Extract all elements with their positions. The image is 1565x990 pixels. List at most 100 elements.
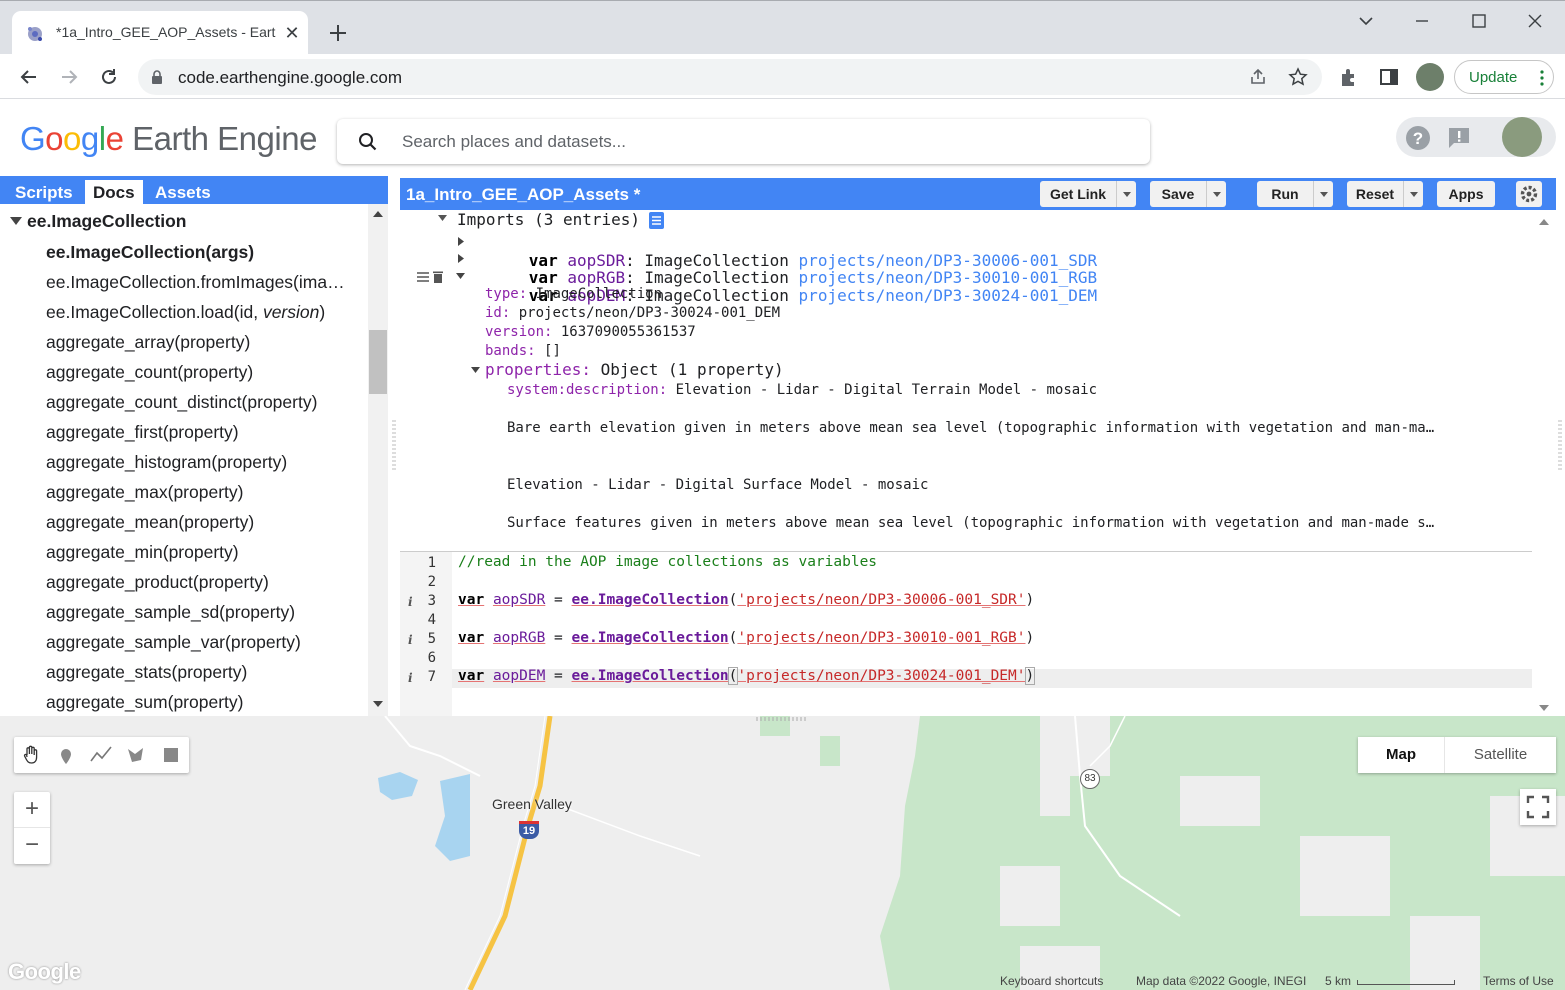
extensions-puzzle-icon[interactable] <box>1338 66 1360 88</box>
zoom-out-button[interactable]: − <box>14 828 50 864</box>
settings-gear-icon[interactable] <box>1516 181 1542 207</box>
code-area[interactable]: 1 2 3 4 5 6 7 i i i //read in the AOP im… <box>400 552 1532 716</box>
tab-close-icon[interactable]: ✕ <box>282 23 302 43</box>
earth-engine-favicon-icon <box>26 25 44 43</box>
run-button[interactable]: Run <box>1257 181 1333 207</box>
scroll-up-arrow-icon[interactable] <box>372 210 384 218</box>
share-icon[interactable] <box>1248 67 1268 87</box>
docs-item[interactable]: aggregate_product(property) <box>46 572 269 593</box>
collapse-triangle-icon[interactable] <box>456 273 465 280</box>
map-splitter-handle[interactable] <box>756 716 808 722</box>
docs-item[interactable]: aggregate_count_distinct(property) <box>46 392 317 413</box>
docs-item[interactable]: aggregate_min(property) <box>46 542 239 563</box>
chevron-down-icon[interactable] <box>1206 181 1226 207</box>
reset-button[interactable]: Reset <box>1347 181 1423 207</box>
scrollbar-thumb[interactable] <box>369 330 387 394</box>
reload-icon[interactable] <box>96 64 122 90</box>
terms-of-use-link[interactable]: Terms of Use <box>1483 974 1554 988</box>
search-icon[interactable] <box>357 131 379 153</box>
more-vertical-icon[interactable] <box>1539 70 1545 86</box>
browser-tab[interactable]: *1a_Intro_GEE_AOP_Assets - Eart ✕ <box>12 11 308 55</box>
info-icon[interactable]: i <box>408 595 413 609</box>
docs-item[interactable]: aggregate_first(property) <box>46 422 239 443</box>
collapse-triangle-icon[interactable] <box>471 367 480 374</box>
apps-button[interactable]: Apps <box>1437 181 1495 207</box>
scroll-down-arrow-icon[interactable] <box>372 700 384 708</box>
expand-triangle-icon[interactable] <box>458 254 465 263</box>
user-avatar[interactable] <box>1502 117 1542 157</box>
collapse-triangle-icon[interactable] <box>438 215 447 222</box>
search-input[interactable]: Search places and datasets... <box>402 132 626 152</box>
chevron-down-icon[interactable] <box>1313 181 1333 207</box>
address-bar[interactable]: code.earthengine.google.com <box>138 59 1322 95</box>
imports-header[interactable]: Imports (3 entries) <box>457 210 640 229</box>
edit-import-lines-icon[interactable] <box>416 271 430 283</box>
tab-docs[interactable]: Docs <box>85 180 143 204</box>
expand-triangle-icon[interactable] <box>458 237 465 246</box>
map-type-satellite-button[interactable]: Satellite <box>1444 737 1556 773</box>
show-script-document-icon[interactable] <box>649 212 664 229</box>
zoom-in-button[interactable]: + <box>14 792 50 828</box>
polygon-draw-icon[interactable] <box>126 745 146 765</box>
info-icon[interactable]: i <box>408 633 413 647</box>
right-panel-splitter-handle[interactable] <box>1557 420 1563 470</box>
panel-splitter-handle[interactable] <box>391 420 397 470</box>
docs-item[interactable]: aggregate_sum(property) <box>46 692 243 713</box>
chevron-down-icon[interactable] <box>1116 181 1136 207</box>
docs-item[interactable]: ee.ImageCollection(args) <box>46 242 254 263</box>
save-button[interactable]: Save <box>1150 181 1226 207</box>
chevron-down-icon[interactable] <box>1403 181 1423 207</box>
docs-item[interactable]: ee.ImageCollection.fromImages(ima… <box>46 272 345 293</box>
asset-link[interactable]: projects/neon/DP3-30024-001_DEM <box>799 286 1098 305</box>
tab-assets[interactable]: Assets <box>147 180 219 204</box>
rectangle-draw-icon[interactable] <box>161 745 181 765</box>
side-panel-icon[interactable] <box>1378 66 1400 88</box>
docs-item[interactable]: aggregate_sample_var(property) <box>46 632 301 653</box>
forward-arrow-icon[interactable] <box>56 64 82 90</box>
lock-icon[interactable] <box>150 69 164 85</box>
keyboard-shortcuts-link[interactable]: Keyboard shortcuts <box>1000 974 1103 988</box>
docs-item[interactable]: ee.ImageCollection.load(id, version) <box>46 302 325 323</box>
tree-expand-triangle-icon[interactable] <box>10 216 22 226</box>
scroll-up-arrow-icon[interactable] <box>1538 218 1550 226</box>
profile-avatar[interactable] <box>1416 63 1444 91</box>
tab-scripts[interactable]: Scripts <box>7 180 81 204</box>
scroll-down-arrow-icon[interactable] <box>1538 704 1550 712</box>
fullscreen-icon[interactable] <box>1520 789 1556 825</box>
update-button[interactable]: Update <box>1454 60 1554 94</box>
bookmark-star-icon[interactable] <box>1288 67 1308 87</box>
code-line[interactable]: var aopRGB = ee.ImageCollection('project… <box>458 630 1034 646</box>
help-icon[interactable]: ? <box>1405 125 1431 151</box>
docs-item[interactable]: aggregate_max(property) <box>46 482 243 503</box>
interstate-shield-icon: 19 <box>519 821 539 839</box>
minimize-icon[interactable] <box>1408 9 1436 33</box>
tab-search-chevron-icon[interactable] <box>1352 9 1380 33</box>
get-link-button[interactable]: Get Link <box>1040 181 1136 207</box>
map-type-map-button[interactable]: Map <box>1358 737 1444 773</box>
docs-item[interactable]: aggregate_histogram(property) <box>46 452 287 473</box>
window-close-icon[interactable] <box>1521 9 1549 33</box>
tree-root-label[interactable]: ee.ImageCollection <box>27 211 187 232</box>
docs-item[interactable]: aggregate_array(property) <box>46 332 250 353</box>
line-draw-icon[interactable] <box>90 745 112 765</box>
info-icon[interactable]: i <box>408 671 413 685</box>
feedback-icon[interactable] <box>1446 125 1472 151</box>
new-tab-plus-icon[interactable] <box>326 21 350 45</box>
hand-pan-icon[interactable] <box>21 745 41 765</box>
docs-item[interactable]: aggregate_stats(property) <box>46 662 247 683</box>
editor-scrollbar[interactable] <box>1532 210 1556 716</box>
marker-pin-icon[interactable] <box>56 745 76 765</box>
code-line[interactable]: var aopDEM = ee.ImageCollection('project… <box>458 667 1036 685</box>
search-bar[interactable]: Search places and datasets... <box>337 119 1150 164</box>
code-line[interactable]: var aopSDR = ee.ImageCollection('project… <box>458 592 1034 608</box>
maximize-icon[interactable] <box>1465 9 1493 33</box>
google-earth-engine-logo[interactable]: Google Earth Engine <box>20 120 317 158</box>
back-arrow-icon[interactable] <box>16 64 42 90</box>
detail-properties[interactable]: properties: Object (1 property) <box>485 360 784 379</box>
docs-scrollbar[interactable] <box>368 204 388 716</box>
map-view[interactable]: Green Valley 19 83 + − Map Satellite Goo… <box>0 716 1565 990</box>
delete-trash-icon[interactable] <box>432 270 444 284</box>
docs-item[interactable]: aggregate_sample_sd(property) <box>46 602 295 623</box>
docs-item[interactable]: aggregate_count(property) <box>46 362 253 383</box>
docs-item[interactable]: aggregate_mean(property) <box>46 512 254 533</box>
